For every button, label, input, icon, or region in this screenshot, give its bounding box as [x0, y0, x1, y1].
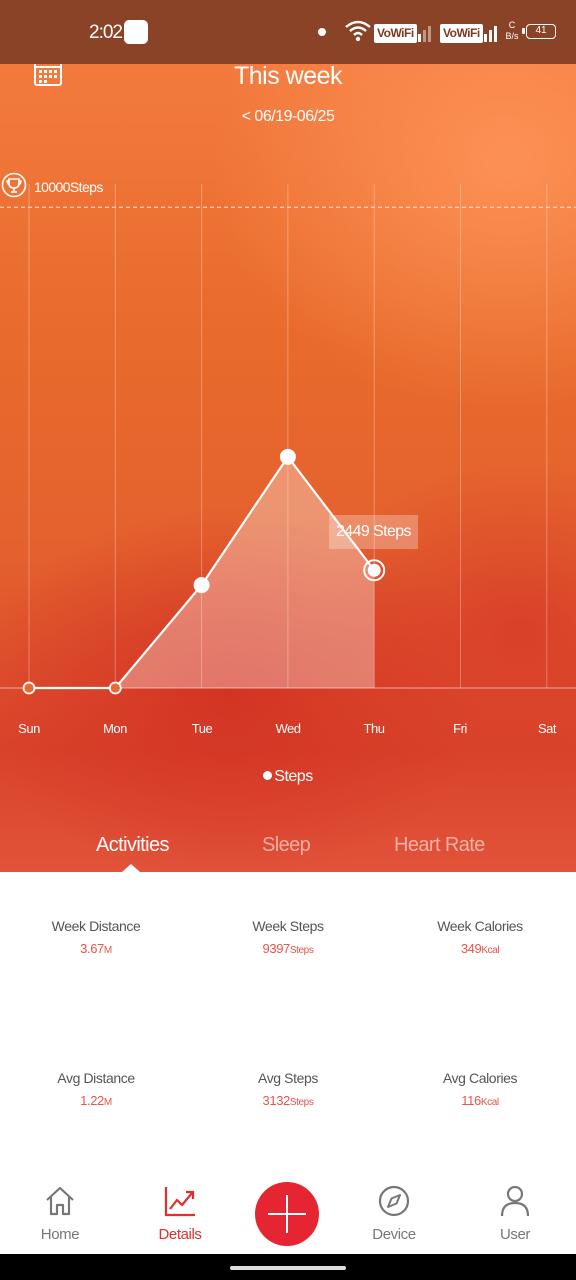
- x-tick-label: Sat: [537, 721, 557, 736]
- goal-label: 10000Steps: [34, 179, 103, 195]
- wifi-icon: [345, 20, 371, 42]
- system-nav-bar: [0, 1254, 576, 1280]
- battery-icon: 41: [522, 24, 556, 39]
- vowifi-badge-1: VoWiFi: [374, 24, 417, 43]
- page-title: This week: [233, 64, 343, 90]
- active-tab-indicator: [122, 864, 140, 872]
- date-range-selector[interactable]: < 06/19-06/25: [0, 108, 576, 126]
- network-speed: C B/s: [505, 20, 519, 41]
- tab-activities[interactable]: Activities: [96, 834, 170, 857]
- nav-home[interactable]: Home: [15, 1184, 105, 1243]
- bottom-nav: Home Details Device User: [0, 1160, 576, 1254]
- stat-avg-calories: Avg Calories 116Kcal: [442, 1070, 518, 1108]
- chart-panel: This week < 06/19-06/25 10000Steps Sun M…: [0, 64, 576, 872]
- signal-icon-2: [479, 26, 497, 42]
- compass-icon: [378, 1185, 410, 1217]
- stat-avg-distance: Avg Distance 1.22M: [57, 1070, 135, 1108]
- home-gesture-handle[interactable]: [230, 1266, 346, 1270]
- category-tabs: Activities Sleep Heart Rate: [0, 830, 576, 872]
- home-icon: [46, 1186, 74, 1216]
- chart-legend: Steps: [0, 768, 576, 786]
- x-tick-label: Tue: [191, 721, 213, 736]
- x-tick-label: Wed: [275, 721, 302, 736]
- nav-user[interactable]: User: [470, 1184, 560, 1243]
- stat-avg-steps: Avg Steps 3132Steps: [258, 1070, 318, 1108]
- data-point: [193, 577, 210, 594]
- stat-week-distance: Week Distance 3.67M: [51, 918, 141, 956]
- chart-line-icon: [164, 1187, 195, 1217]
- data-point: [367, 563, 381, 577]
- status-time: 2:02: [89, 22, 123, 43]
- nav-device[interactable]: Device: [349, 1184, 439, 1243]
- nav-details[interactable]: Details: [135, 1184, 225, 1243]
- tab-heart-rate[interactable]: Heart Rate: [394, 834, 485, 857]
- data-point: [22, 681, 36, 695]
- x-tick-label: Thu: [363, 721, 385, 736]
- data-point: [108, 681, 122, 695]
- stat-week-steps: Week Steps 9397Steps: [252, 918, 324, 956]
- data-point: [279, 448, 296, 465]
- legend-label: Steps: [274, 768, 313, 785]
- data-tooltip: 2449 Steps: [329, 515, 418, 549]
- status-bar: 2:02 VoWiFi VoWiFi C B/s 41: [0, 0, 576, 64]
- trophy-icon: [1, 172, 27, 198]
- tab-sleep[interactable]: Sleep: [262, 834, 311, 857]
- signal-icon-1: [413, 26, 431, 42]
- x-tick-label: Fri: [453, 721, 467, 736]
- add-button[interactable]: [255, 1182, 319, 1246]
- stat-week-calories: Week Calories 349Kcal: [437, 918, 523, 956]
- vowifi-badge-2: VoWiFi: [440, 24, 483, 43]
- user-icon: [500, 1185, 530, 1217]
- x-tick-label: Sun: [18, 721, 40, 736]
- legend-dot-icon: [263, 771, 273, 780]
- notification-icon: [124, 20, 148, 44]
- x-tick-label: Mon: [103, 721, 127, 736]
- notification-dot-icon: [318, 28, 326, 36]
